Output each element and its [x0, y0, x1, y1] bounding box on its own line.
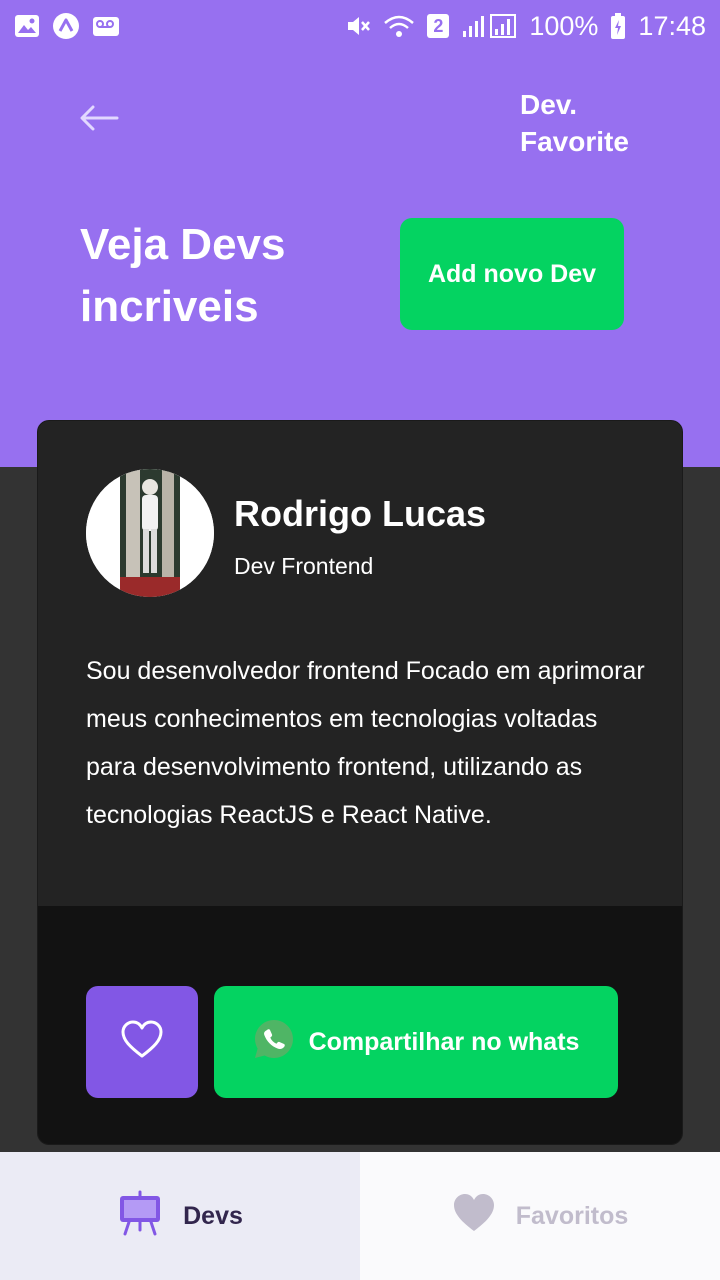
- arrow-left-icon: [79, 104, 119, 137]
- heart-outline-icon: [120, 1020, 164, 1065]
- avatar: [86, 469, 214, 597]
- status-bar: 2 100% 17:48: [0, 0, 720, 52]
- battery-percent: 100%: [529, 10, 599, 41]
- gallery-icon: [14, 14, 40, 38]
- share-whatsapp-button[interactable]: Compartilhar no whats: [214, 986, 618, 1098]
- page-title: Veja Devs incriveis: [80, 220, 286, 331]
- clock: 17:48: [638, 10, 706, 41]
- card-footer: Compartilhar no whats: [38, 906, 682, 1144]
- tab-bar: Devs Favoritos: [0, 1152, 720, 1280]
- dev-card: Rodrigo Lucas Dev Frontend Sou desenvolv…: [37, 420, 683, 1145]
- whatsapp-icon: [253, 1018, 295, 1067]
- easel-icon: [117, 1190, 163, 1243]
- signal-icon: [461, 13, 517, 39]
- tab-devs[interactable]: Devs: [0, 1152, 360, 1280]
- wifi-icon: [383, 13, 415, 39]
- sim-slot-badge: 2: [427, 14, 450, 38]
- dev-role: Dev Frontend: [234, 553, 374, 579]
- header: Dev. Favorite Veja Devs incriveis Add no…: [0, 0, 720, 467]
- voicemail-icon: [92, 14, 120, 38]
- heart-icon: [452, 1193, 496, 1240]
- dev-bio: Sou desenvolvedor frontend Focado em apr…: [86, 657, 645, 829]
- mute-icon: [345, 13, 371, 39]
- tab-devs-label: Devs: [183, 1201, 243, 1230]
- dev-name: Rodrigo Lucas: [234, 493, 487, 534]
- favorite-button[interactable]: [86, 986, 198, 1098]
- brand-title: Dev. Favorite: [520, 89, 629, 157]
- tab-favoritos[interactable]: Favoritos: [360, 1152, 720, 1280]
- share-whatsapp-label: Compartilhar no whats: [308, 1027, 580, 1056]
- app-icon: [52, 12, 80, 40]
- battery-charging-icon: [610, 12, 626, 40]
- back-button[interactable]: [76, 100, 122, 140]
- tab-favoritos-label: Favoritos: [515, 1201, 629, 1230]
- add-dev-button[interactable]: Add novo Dev: [400, 218, 624, 330]
